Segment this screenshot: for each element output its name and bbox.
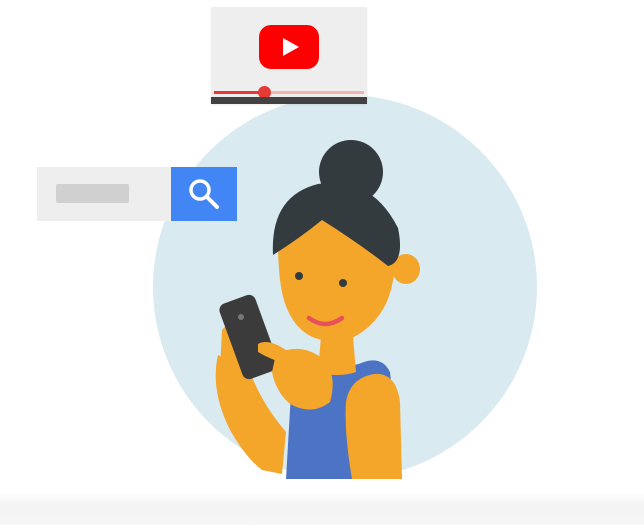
phone-camera bbox=[238, 314, 244, 320]
video-player-card bbox=[211, 7, 367, 104]
search-input[interactable] bbox=[56, 184, 129, 203]
right-eye bbox=[339, 279, 347, 287]
search-button[interactable] bbox=[171, 167, 237, 221]
left-eye bbox=[295, 272, 303, 280]
right-arm bbox=[345, 373, 402, 479]
bottom-strip bbox=[0, 493, 644, 525]
hair-bun bbox=[319, 140, 383, 204]
search-box bbox=[37, 167, 237, 221]
video-controls-bar bbox=[211, 97, 367, 104]
video-progress-bar[interactable] bbox=[214, 86, 364, 99]
video-progress-fill bbox=[214, 91, 264, 94]
play-button[interactable] bbox=[259, 25, 319, 69]
search-handle bbox=[205, 195, 219, 209]
youtube-play-icon bbox=[259, 25, 319, 69]
search-icon bbox=[189, 179, 219, 209]
